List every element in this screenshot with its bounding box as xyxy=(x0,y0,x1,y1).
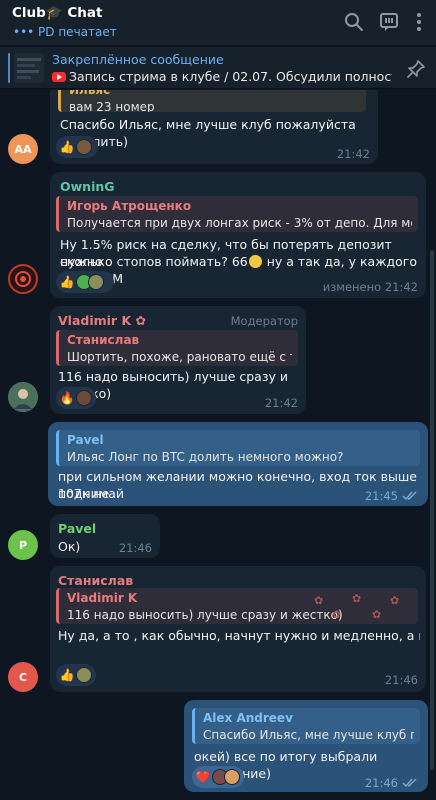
reply-quote[interactable]: Станислав Шортить, похоже, рановато ещё … xyxy=(56,330,298,366)
smile-emoji-icon xyxy=(248,255,262,268)
sender-name[interactable]: Станислав xyxy=(58,572,133,589)
message-text: Спасибо Ильяс, мне лучше клуб пожалуйста… xyxy=(60,117,356,149)
flower-pattern-icon: ✿ ✿ ✿ ✿ ✿ xyxy=(314,592,399,620)
message-time: 21:42 xyxy=(336,147,370,161)
flower-icon: ✿ xyxy=(135,313,146,328)
message-time: 21:46 xyxy=(118,541,152,555)
reaction-emoji: ❤️ xyxy=(195,769,211,784)
message-time: 21:42 xyxy=(264,396,298,410)
quote-author: Pavel xyxy=(67,433,104,447)
reaction-emoji: 🔥 xyxy=(59,390,75,405)
quote-text: Получается при двух лонгах риск - 3% от … xyxy=(67,216,412,230)
sender-name[interactable]: Vladimir K ✿ xyxy=(58,312,146,329)
message-bubble[interactable]: OwninG Игорь Атрощенко Получается при дв… xyxy=(50,172,426,298)
typing-status: ••• PD печатает xyxy=(13,25,117,39)
avatar[interactable] xyxy=(8,382,38,412)
reply-quote[interactable]: Pavel Ильяс Лонг по BTC долить немного м… xyxy=(56,430,420,466)
reply-quote[interactable]: Игорь Атрощенко Получается при двух лонг… xyxy=(56,196,418,232)
reaction-chip[interactable]: 👍 xyxy=(56,136,98,158)
reaction-chip[interactable]: 👍 xyxy=(56,664,96,686)
avatar[interactable] xyxy=(8,264,38,294)
message-bubble[interactable]: Pavel Ок) 21:46 xyxy=(50,514,160,558)
message-time: 21:46 xyxy=(364,776,398,790)
message-time: 21:46 xyxy=(384,673,418,687)
reactor-avatar xyxy=(76,667,92,683)
reply-quote[interactable]: Ильяс вам 23 номер xyxy=(58,90,366,112)
avatar[interactable]: C xyxy=(8,662,38,692)
sender-name[interactable]: Pavel xyxy=(58,520,96,537)
message-text-line: поднимай xyxy=(58,486,124,501)
svg-text:✿: ✿ xyxy=(372,608,381,620)
avatar[interactable]: P xyxy=(8,530,38,560)
reactor-avatar xyxy=(76,390,92,406)
quote-text: Ильяс Лонг по BTC долить немного можно? xyxy=(67,450,344,464)
svg-text:✿: ✿ xyxy=(332,608,341,620)
quote-text: Шортить, похоже, рановато ещё с так... xyxy=(67,350,292,364)
message-bubble-outgoing[interactable]: Pavel Ильяс Лонг по BTC долить немного м… xyxy=(48,422,428,506)
pinned-message-bar[interactable]: Закреплённое сообщение Запись стрима в к… xyxy=(0,47,436,89)
avatar[interactable]: AA xyxy=(8,134,38,164)
message-bubble[interactable]: Станислав Vladimir K 116 надо выносить) … xyxy=(50,566,426,692)
pin-icon[interactable] xyxy=(405,58,427,80)
reply-quote[interactable]: Alex Andreev Спасибо Ильяс, мне лучше кл… xyxy=(192,708,420,744)
reactor-avatar xyxy=(88,274,104,290)
reaction-emoji: 👍 xyxy=(59,139,75,154)
message-time: 21:45 xyxy=(364,489,398,503)
comments-icon[interactable] xyxy=(378,11,400,33)
read-check-icon xyxy=(402,778,417,788)
reaction-emoji: 👍 xyxy=(59,667,75,682)
quote-text: Спасибо Ильяс, мне лучше клуб по... xyxy=(203,728,414,742)
svg-text:✿: ✿ xyxy=(314,594,323,607)
reaction-chip[interactable]: ❤️ xyxy=(192,766,244,788)
message-bubble-outgoing[interactable]: Alex Andreev Спасибо Ильяс, мне лучше кл… xyxy=(184,700,428,792)
pinned-title: Закреплённое сообщение xyxy=(52,52,224,67)
pinned-thumbnail xyxy=(14,53,44,83)
sender-name[interactable]: OwninG xyxy=(60,178,115,195)
message-bubble[interactable]: Vladimir K ✿ Модератор Станислав Шортить… xyxy=(50,306,306,414)
message-text: Ок) xyxy=(58,539,81,554)
svg-text:✿: ✿ xyxy=(390,594,399,607)
message-time: изменено 21:42 xyxy=(322,280,418,294)
reaction-chip[interactable]: 👍 xyxy=(56,271,114,293)
message-bubble[interactable]: Ильяс вам 23 номер Спасибо Ильяс, мне лу… xyxy=(50,90,378,164)
role-badge: Модератор xyxy=(230,314,298,328)
quote-author: Ильяс xyxy=(69,90,111,97)
reactor-avatar xyxy=(224,769,240,785)
quote-author: Станислав xyxy=(67,333,140,347)
reply-quote[interactable]: Vladimir K 116 надо выносить) лучше сраз… xyxy=(56,588,418,624)
scrollbar[interactable] xyxy=(430,250,434,770)
pinned-indicator xyxy=(8,53,10,83)
quote-text: вам 23 номер xyxy=(69,100,155,112)
message-text: Ну да, а то , как обычно, начнут нужно и… xyxy=(58,628,420,643)
reactor-avatar xyxy=(76,139,92,155)
quote-author: Vladimir K xyxy=(67,591,138,605)
reaction-emoji: 👍 xyxy=(59,274,75,289)
chat-title[interactable]: Club🎓 Chat xyxy=(12,5,102,21)
youtube-icon xyxy=(52,72,66,82)
read-check-icon xyxy=(402,491,417,501)
pinned-text: Запись стрима в клубе / 02.07. Обсудили … xyxy=(52,69,392,84)
svg-text:✿: ✿ xyxy=(352,592,361,605)
reaction-chip[interactable]: 🔥 xyxy=(56,387,96,409)
message-list[interactable]: Ильяс вам 23 номер Спасибо Ильяс, мне лу… xyxy=(0,90,436,800)
chat-header: Club🎓 Chat ••• PD печатает xyxy=(0,0,436,46)
quote-author: Игорь Атрощенко xyxy=(67,199,192,213)
quote-author: Alex Andreev xyxy=(203,711,293,725)
more-icon[interactable] xyxy=(408,11,430,33)
search-icon[interactable] xyxy=(343,11,365,33)
